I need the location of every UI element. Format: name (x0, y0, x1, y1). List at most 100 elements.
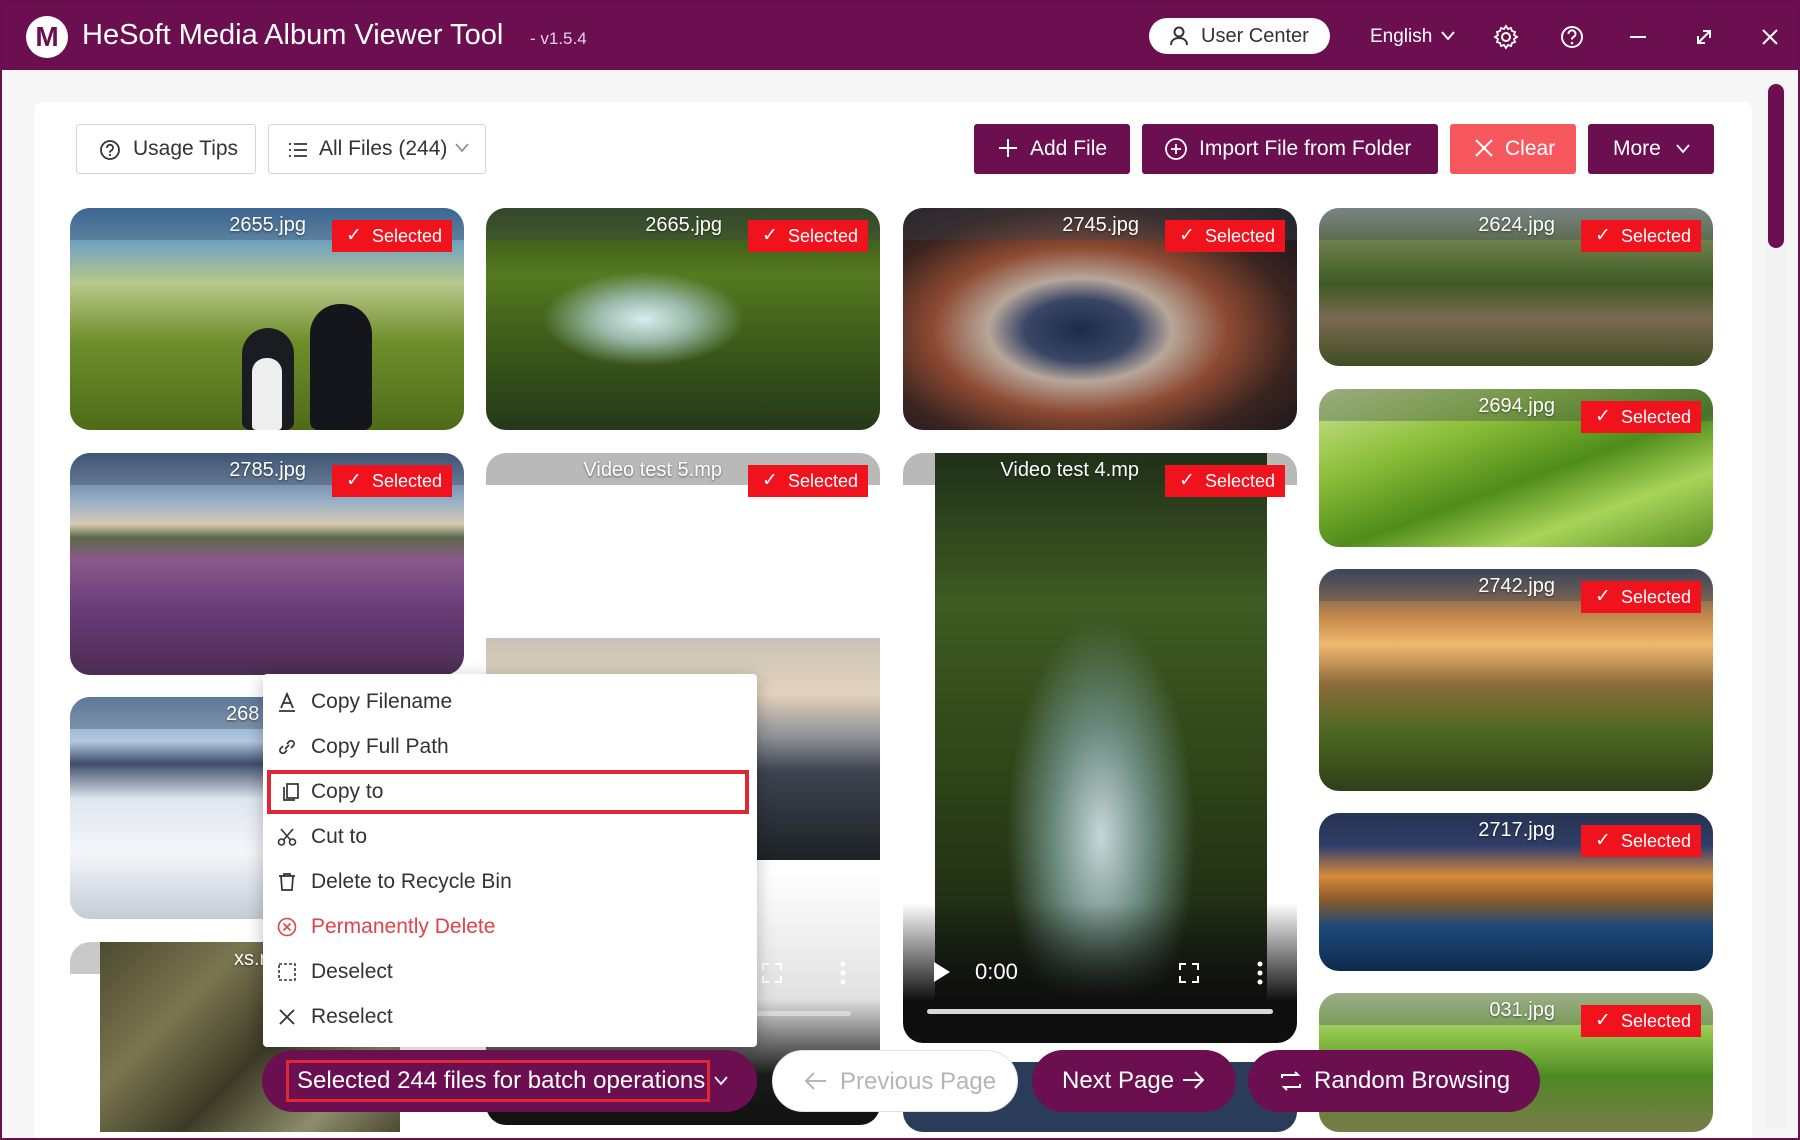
more-dropdown[interactable]: More (1588, 124, 1714, 174)
video-progress-bar[interactable] (927, 1009, 1273, 1014)
video-controls-shade (903, 903, 1297, 1043)
all-files-dropdown[interactable]: All Files (244) (268, 124, 486, 174)
next-page-button[interactable]: Next Page (1032, 1050, 1236, 1112)
trash-icon (279, 873, 295, 891)
language-select[interactable]: English (1370, 26, 1455, 48)
selected-badge[interactable]: Selected (1581, 825, 1701, 857)
file-name: 2742.jpg (1478, 575, 1555, 597)
close-icon (279, 1009, 295, 1025)
delete-circle-icon (277, 917, 297, 937)
menu-reselect[interactable]: Reselect (263, 995, 757, 1039)
app-title: HeSoft Media Album Viewer Tool (82, 19, 504, 51)
selected-badge[interactable]: Selected (748, 465, 868, 497)
text-a-icon (279, 692, 295, 712)
app-logo: M (26, 16, 68, 58)
clear-button[interactable]: Clear (1450, 124, 1576, 174)
selected-badge[interactable]: Selected (332, 465, 452, 497)
media-card[interactable]: 2745.jpg Selected (903, 208, 1297, 430)
arrow-right-icon (1183, 1071, 1204, 1089)
more-label: More (1613, 137, 1661, 160)
media-card[interactable]: 2655.jpg Selected (70, 208, 464, 430)
file-name: 2745.jpg (1062, 214, 1139, 236)
video-progress-bar[interactable] (741, 1011, 851, 1016)
menu-delete-recycle[interactable]: Delete to Recycle Bin (263, 860, 757, 904)
context-menu: Copy Filename Copy Full Path Copy to Cut… (263, 674, 757, 1047)
title-bar: M HeSoft Media Album Viewer Tool - v1.5.… (2, 2, 1798, 70)
menu-item-label: Copy to (311, 780, 384, 803)
selected-badge[interactable]: Selected (1165, 465, 1285, 497)
selected-badge[interactable]: Selected (1581, 401, 1701, 433)
file-name: 2785.jpg (229, 459, 306, 481)
file-name: Video test 4.mp (1000, 459, 1139, 481)
file-name: 2665.jpg (645, 214, 722, 236)
language-label: English (1370, 26, 1433, 47)
random-browsing-label: Random Browsing (1314, 1067, 1511, 1094)
video-card[interactable]: Video test 4.mp Selected 0:00 (903, 453, 1297, 1043)
gear-icon[interactable] (1491, 22, 1521, 52)
file-name: 2655.jpg (229, 214, 306, 236)
minimize-icon[interactable] (1623, 22, 1653, 52)
app-version: - v1.5.4 (530, 29, 587, 48)
deselect-icon (278, 963, 296, 981)
penguin-belly (252, 358, 282, 430)
selected-count-label: Selected 244 files for batch operations (286, 1060, 710, 1102)
media-card[interactable]: 2742.jpg Selected (1319, 569, 1713, 791)
selected-badge[interactable]: Selected (1165, 220, 1285, 252)
menu-copy-filename[interactable]: Copy Filename (263, 680, 757, 724)
file-name: 031.jpg (1489, 999, 1555, 1021)
play-icon[interactable] (933, 961, 951, 983)
import-folder-button[interactable]: Import File from Folder (1142, 124, 1438, 174)
more-vertical-icon[interactable] (840, 961, 846, 985)
media-card[interactable]: 2665.jpg Selected (486, 208, 880, 430)
maximize-icon[interactable] (1689, 22, 1719, 52)
menu-copy-to[interactable]: Copy to (267, 770, 749, 814)
import-folder-label: Import File from Folder (1199, 137, 1412, 160)
fullscreen-icon[interactable] (762, 963, 782, 983)
previous-page-label: Previous Page (840, 1068, 997, 1095)
all-files-label: All Files (244) (319, 137, 448, 160)
menu-item-label: Deselect (311, 960, 393, 983)
media-card[interactable]: 2694.jpg Selected (1319, 389, 1713, 547)
menu-item-label: Copy Filename (311, 690, 453, 713)
next-page-label: Next Page (1062, 1067, 1175, 1094)
previous-page-button[interactable]: Previous Page (772, 1050, 1018, 1112)
menu-deselect[interactable]: Deselect (263, 950, 757, 994)
file-name: 2717.jpg (1478, 819, 1555, 841)
menu-copy-full-path[interactable]: Copy Full Path (263, 725, 757, 769)
menu-cut-to[interactable]: Cut to (263, 815, 757, 859)
menu-item-label: Delete to Recycle Bin (311, 870, 512, 893)
user-center-button[interactable]: User Center (1149, 18, 1330, 54)
media-card[interactable]: 2785.jpg Selected (70, 453, 464, 675)
scissors-icon (277, 828, 297, 846)
app-window: M HeSoft Media Album Viewer Tool - v1.5.… (0, 0, 1800, 1140)
help-icon[interactable] (1557, 22, 1587, 52)
shuffle-icon (1281, 1071, 1301, 1091)
menu-item-label: Cut to (311, 825, 368, 848)
media-card[interactable]: 2717.jpg Selected (1319, 813, 1713, 971)
more-vertical-icon[interactable] (1257, 961, 1263, 985)
video-time: 0:00 (975, 959, 1018, 984)
add-file-button[interactable]: Add File (974, 124, 1130, 174)
random-browsing-button[interactable]: Random Browsing (1248, 1050, 1540, 1112)
chevron-down-icon (714, 1076, 728, 1086)
file-name: 268 (226, 703, 260, 725)
selected-badge[interactable]: Selected (1581, 1005, 1701, 1037)
add-file-label: Add File (1030, 137, 1108, 160)
file-name: 2624.jpg (1478, 214, 1555, 236)
selected-badge[interactable]: Selected (1581, 581, 1701, 613)
selected-badge[interactable]: Selected (1581, 220, 1701, 252)
menu-permanently-delete[interactable]: Permanently Delete (263, 905, 757, 949)
fullscreen-icon[interactable] (1179, 963, 1199, 983)
close-icon (1475, 139, 1493, 157)
selected-badge[interactable]: Selected (748, 220, 868, 252)
scrollbar-thumb[interactable] (1768, 84, 1784, 248)
file-name: Video test 5.mp (583, 459, 722, 481)
user-center-label: User Center (1201, 25, 1309, 47)
usage-tips-button[interactable]: Usage Tips (76, 124, 256, 174)
vertical-scrollbar[interactable] (1766, 84, 1786, 1128)
link-icon (279, 739, 295, 755)
media-card[interactable]: 2624.jpg Selected (1319, 208, 1713, 366)
close-icon[interactable] (1755, 22, 1785, 52)
batch-operations-dropdown[interactable]: Selected 244 files for batch operations (262, 1050, 757, 1112)
selected-badge[interactable]: Selected (332, 220, 452, 252)
